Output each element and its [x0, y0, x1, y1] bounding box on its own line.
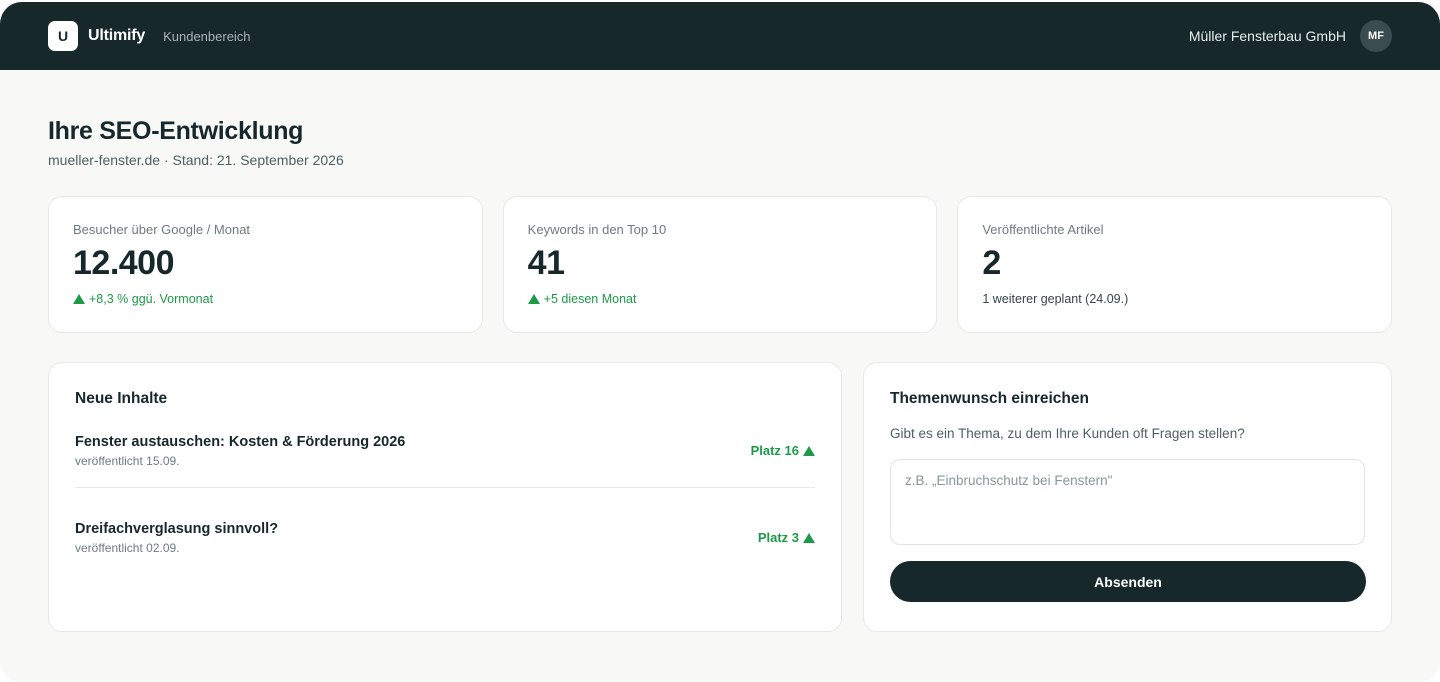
list-item[interactable]: Fenster austauschen: Kosten & Förderung …	[75, 429, 815, 472]
content-list: Fenster austauschen: Kosten & Förderung …	[75, 429, 815, 566]
stat-delta-text: +8,3 % ggü. Vormonat	[89, 292, 214, 307]
main-content: Ihre SEO-Entwicklung mueller-fenster.de …	[0, 117, 1440, 632]
rank-text: Platz 3	[757, 530, 799, 545]
submit-button[interactable]: Absenden	[890, 561, 1366, 602]
panel-title: Themenwunsch einreichen	[890, 390, 1089, 407]
stat-label: Besucher über Google / Monat	[73, 222, 251, 237]
new-content-panel: Neue Inhalte Fenster austauschen: Kosten…	[48, 362, 842, 632]
stat-delta: +5 diesen Monat	[527, 292, 913, 307]
stat-label: Veröffentlichte Artikel	[982, 222, 1104, 237]
stat-delta: +8,3 % ggü. Vormonat	[73, 292, 458, 306]
stat-value: 2	[982, 244, 1001, 282]
brand-name: Ultimify	[88, 27, 146, 44]
stat-card-keywords: Keywords in den Top 10 41 +5 diesen Mona…	[502, 196, 938, 333]
panel-title: Neue Inhalte	[75, 390, 168, 407]
app-frame: U Ultimify Kundenbereich Müller Fensterb…	[0, 2, 1440, 682]
company-name: Müller Fensterbau GmbH	[1188, 28, 1346, 44]
trend-up-icon	[803, 445, 815, 456]
avatar[interactable]: MF	[1360, 20, 1392, 52]
list-item[interactable]: Dreifachverglasung sinnvoll? veröffentli…	[75, 487, 815, 566]
account-area: Müller Fensterbau GmbH MF	[1189, 20, 1392, 52]
list-item-text: Fenster austauschen: Kosten & Förderung …	[75, 434, 405, 468]
article-title[interactable]: Fenster austauschen: Kosten & Förderung …	[75, 434, 405, 450]
stat-note: 1 weiterer geplant (24.09.)	[982, 292, 1129, 307]
trend-up-icon	[803, 532, 815, 543]
article-date: veröffentlicht 02.09.	[75, 540, 180, 555]
stat-delta-text: +5 diesen Monat	[543, 292, 637, 307]
rank-text: Platz 16	[750, 443, 799, 458]
stats-row: Besucher über Google / Monat 12.400 +8,3…	[48, 196, 1393, 333]
logo-icon: U	[48, 21, 78, 51]
panel-description: Gibt es ein Thema, zu dem Ihre Kunden of…	[890, 426, 1245, 441]
topic-input[interactable]	[890, 459, 1365, 545]
article-title[interactable]: Dreifachverglasung sinnvoll?	[75, 521, 278, 537]
top-bar: U Ultimify Kundenbereich Müller Fensterb…	[0, 2, 1440, 70]
stat-label: Keywords in den Top 10	[527, 222, 667, 237]
rank-badge: Platz 3	[758, 530, 815, 545]
trend-up-icon	[73, 294, 85, 305]
section-label: Kundenbereich	[163, 28, 251, 44]
stat-card-visitors: Besucher über Google / Monat 12.400 +8,3…	[48, 196, 483, 333]
rank-badge: Platz 16	[751, 443, 815, 458]
page-subtitle: mueller-fenster.de · Stand: 21. Septembe…	[48, 152, 344, 168]
lower-row: Neue Inhalte Fenster austauschen: Kosten…	[48, 362, 1392, 632]
stat-card-articles: Veröffentlichte Artikel 2 1 weiterer gep…	[957, 196, 1393, 333]
brand[interactable]: U Ultimify Kundenbereich	[48, 21, 251, 51]
page-title: Ihre SEO-Entwicklung	[48, 117, 304, 145]
trend-up-icon	[527, 294, 540, 305]
list-item-text: Dreifachverglasung sinnvoll? veröffentli…	[75, 521, 278, 555]
stat-value: 41	[527, 244, 565, 282]
stat-value: 12.400	[73, 244, 174, 282]
article-date: veröffentlicht 15.09.	[75, 453, 180, 468]
topic-request-panel: Themenwunsch einreichen Gibt es ein Them…	[863, 362, 1392, 632]
